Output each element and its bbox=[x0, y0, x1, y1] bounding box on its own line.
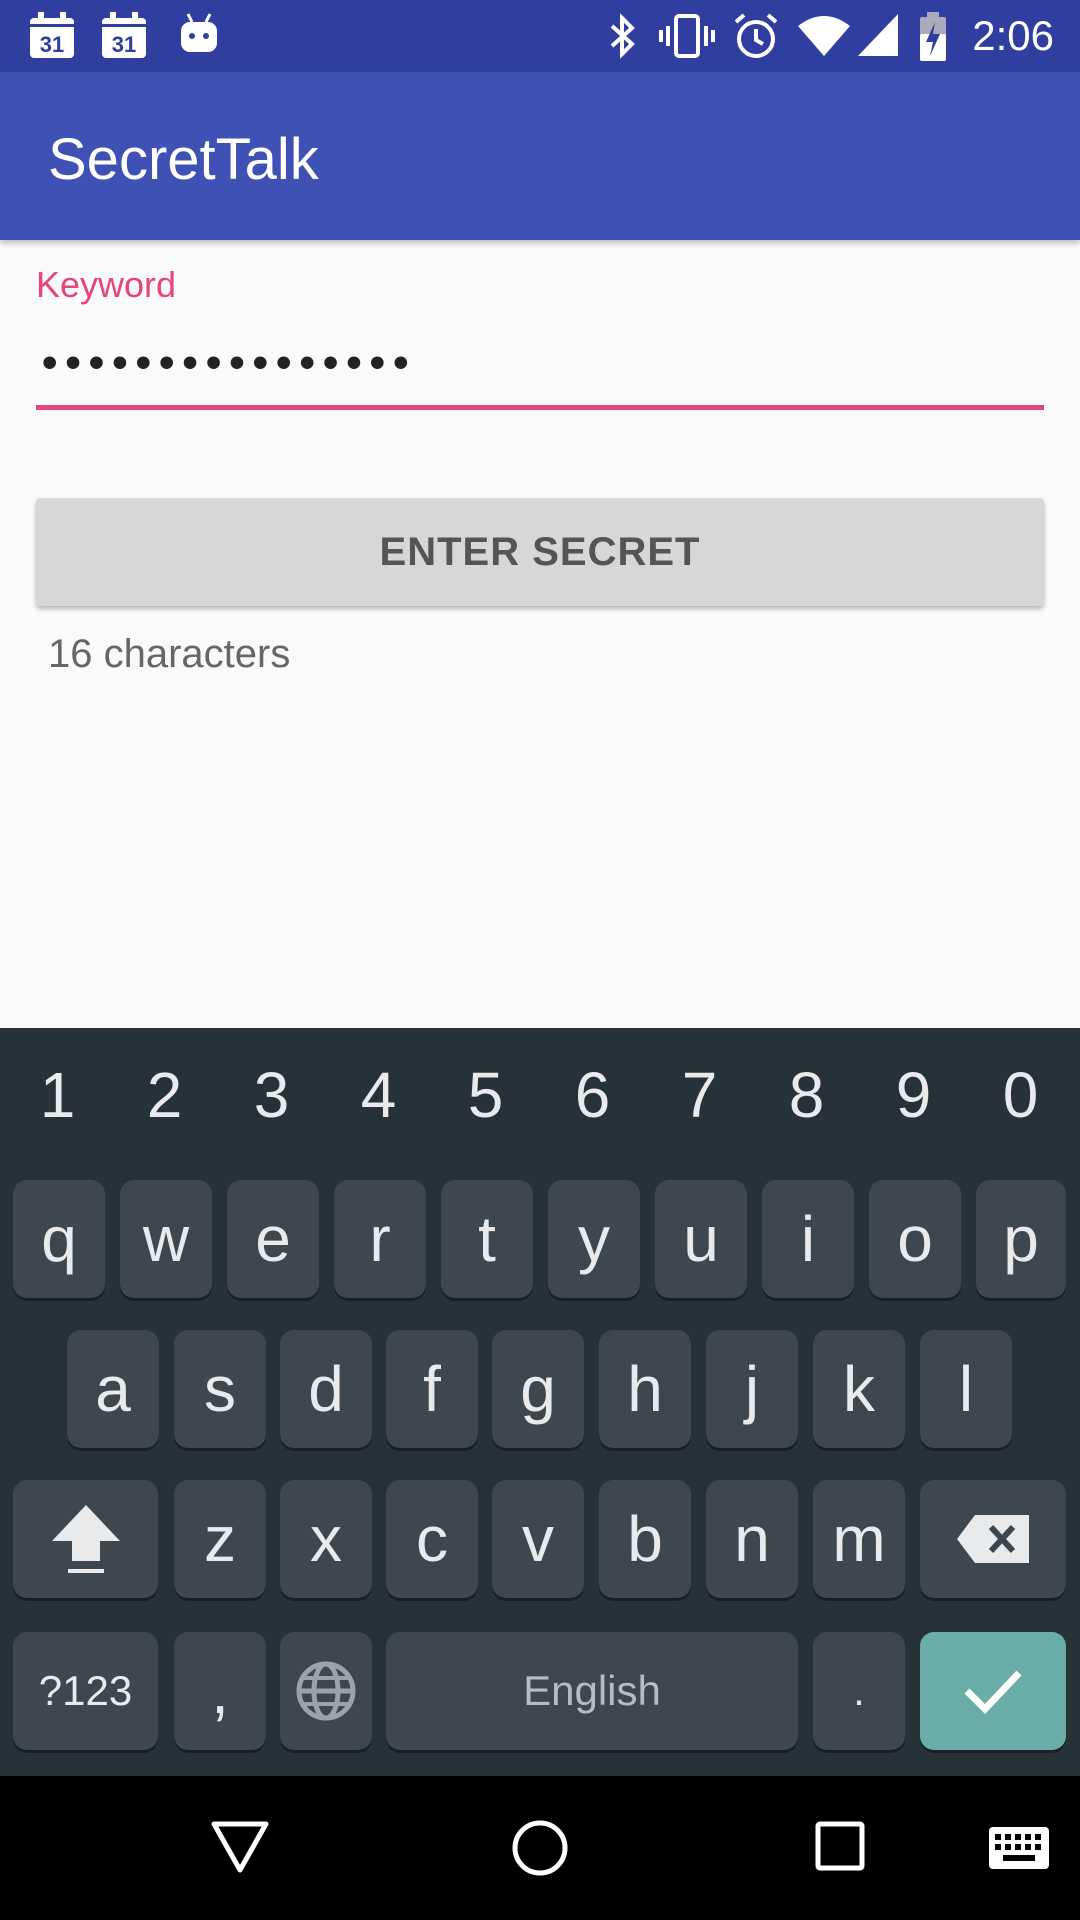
key-q[interactable]: q bbox=[13, 1180, 105, 1298]
vibrate-icon bbox=[659, 14, 715, 58]
key-g[interactable]: g bbox=[492, 1330, 584, 1448]
globe-icon bbox=[296, 1661, 356, 1721]
key-y[interactable]: y bbox=[548, 1180, 640, 1298]
space-key[interactable]: English bbox=[386, 1632, 798, 1750]
key-z[interactable]: z bbox=[174, 1480, 266, 1598]
key-9[interactable]: 9 bbox=[860, 1058, 967, 1132]
language-key[interactable] bbox=[280, 1632, 372, 1750]
key-w[interactable]: w bbox=[120, 1180, 212, 1298]
shift-key[interactable] bbox=[13, 1480, 158, 1598]
keyboard-number-row: 1 2 3 4 5 6 7 8 9 0 bbox=[0, 1028, 1080, 1168]
back-icon[interactable] bbox=[210, 1818, 270, 1874]
alarm-icon bbox=[734, 13, 778, 58]
key-7[interactable]: 7 bbox=[646, 1058, 753, 1132]
key-v[interactable]: v bbox=[492, 1480, 584, 1598]
keyword-input[interactable]: •••••••••••••••• bbox=[42, 338, 416, 388]
home-icon[interactable] bbox=[510, 1818, 570, 1878]
key-0[interactable]: 0 bbox=[967, 1058, 1074, 1132]
key-t[interactable]: t bbox=[441, 1180, 533, 1298]
battery-charging-icon bbox=[920, 12, 946, 61]
app-title: SecretTalk bbox=[48, 127, 319, 192]
character-count: 16 characters bbox=[48, 632, 291, 676]
keyword-input-underline bbox=[36, 405, 1044, 410]
calendar-icon: 31 bbox=[102, 12, 146, 58]
key-c[interactable]: c bbox=[386, 1480, 478, 1598]
key-b[interactable]: b bbox=[599, 1480, 691, 1598]
key-r[interactable]: r bbox=[334, 1180, 426, 1298]
checkmark-icon bbox=[964, 1670, 1022, 1715]
key-e[interactable]: e bbox=[227, 1180, 319, 1298]
key-6[interactable]: 6 bbox=[539, 1058, 646, 1132]
wifi-icon bbox=[798, 16, 850, 56]
key-l[interactable]: l bbox=[920, 1330, 1012, 1448]
status-bar: 31 31 2:06 bbox=[0, 0, 1080, 72]
soft-keyboard: 1 2 3 4 5 6 7 8 9 0 q w e r t y u i o p … bbox=[0, 1028, 1080, 1776]
svg-text:31: 31 bbox=[112, 32, 136, 57]
keyword-label: Keyword bbox=[36, 264, 177, 305]
period-key[interactable]: . bbox=[813, 1632, 905, 1750]
status-time: 2:06 bbox=[972, 12, 1054, 59]
key-p[interactable]: p bbox=[976, 1180, 1066, 1298]
calendar-icon: 31 bbox=[30, 12, 74, 58]
key-a[interactable]: a bbox=[67, 1330, 159, 1448]
symbols-key[interactable]: ?123 bbox=[13, 1632, 158, 1750]
key-3[interactable]: 3 bbox=[218, 1058, 325, 1132]
key-u[interactable]: u bbox=[655, 1180, 747, 1298]
done-key[interactable] bbox=[920, 1632, 1066, 1750]
key-s[interactable]: s bbox=[174, 1330, 266, 1448]
key-x[interactable]: x bbox=[280, 1480, 372, 1598]
signal-icon bbox=[858, 14, 898, 56]
key-f[interactable]: f bbox=[386, 1330, 478, 1448]
key-d[interactable]: d bbox=[280, 1330, 372, 1448]
key-i[interactable]: i bbox=[762, 1180, 854, 1298]
svg-text:31: 31 bbox=[40, 32, 64, 57]
navigation-bar bbox=[0, 1776, 1080, 1920]
keyboard-icon[interactable] bbox=[988, 1826, 1050, 1870]
key-o[interactable]: o bbox=[869, 1180, 961, 1298]
recents-icon[interactable] bbox=[814, 1820, 866, 1872]
backspace-icon bbox=[957, 1515, 1029, 1563]
key-8[interactable]: 8 bbox=[753, 1058, 860, 1132]
enter-secret-button[interactable]: ENTER SECRET bbox=[36, 498, 1044, 606]
bluetooth-icon bbox=[610, 13, 635, 59]
backspace-key[interactable] bbox=[920, 1480, 1066, 1598]
key-n[interactable]: n bbox=[706, 1480, 798, 1598]
comma-key[interactable]: , bbox=[174, 1632, 266, 1750]
key-m[interactable]: m bbox=[813, 1480, 905, 1598]
key-2[interactable]: 2 bbox=[111, 1058, 218, 1132]
android-icon bbox=[181, 13, 217, 52]
key-5[interactable]: 5 bbox=[432, 1058, 539, 1132]
shift-icon bbox=[51, 1505, 120, 1573]
key-4[interactable]: 4 bbox=[325, 1058, 432, 1132]
app-bar: SecretTalk bbox=[0, 72, 1080, 240]
key-j[interactable]: j bbox=[706, 1330, 798, 1448]
key-1[interactable]: 1 bbox=[4, 1058, 111, 1132]
key-k[interactable]: k bbox=[813, 1330, 905, 1448]
key-h[interactable]: h bbox=[599, 1330, 691, 1448]
